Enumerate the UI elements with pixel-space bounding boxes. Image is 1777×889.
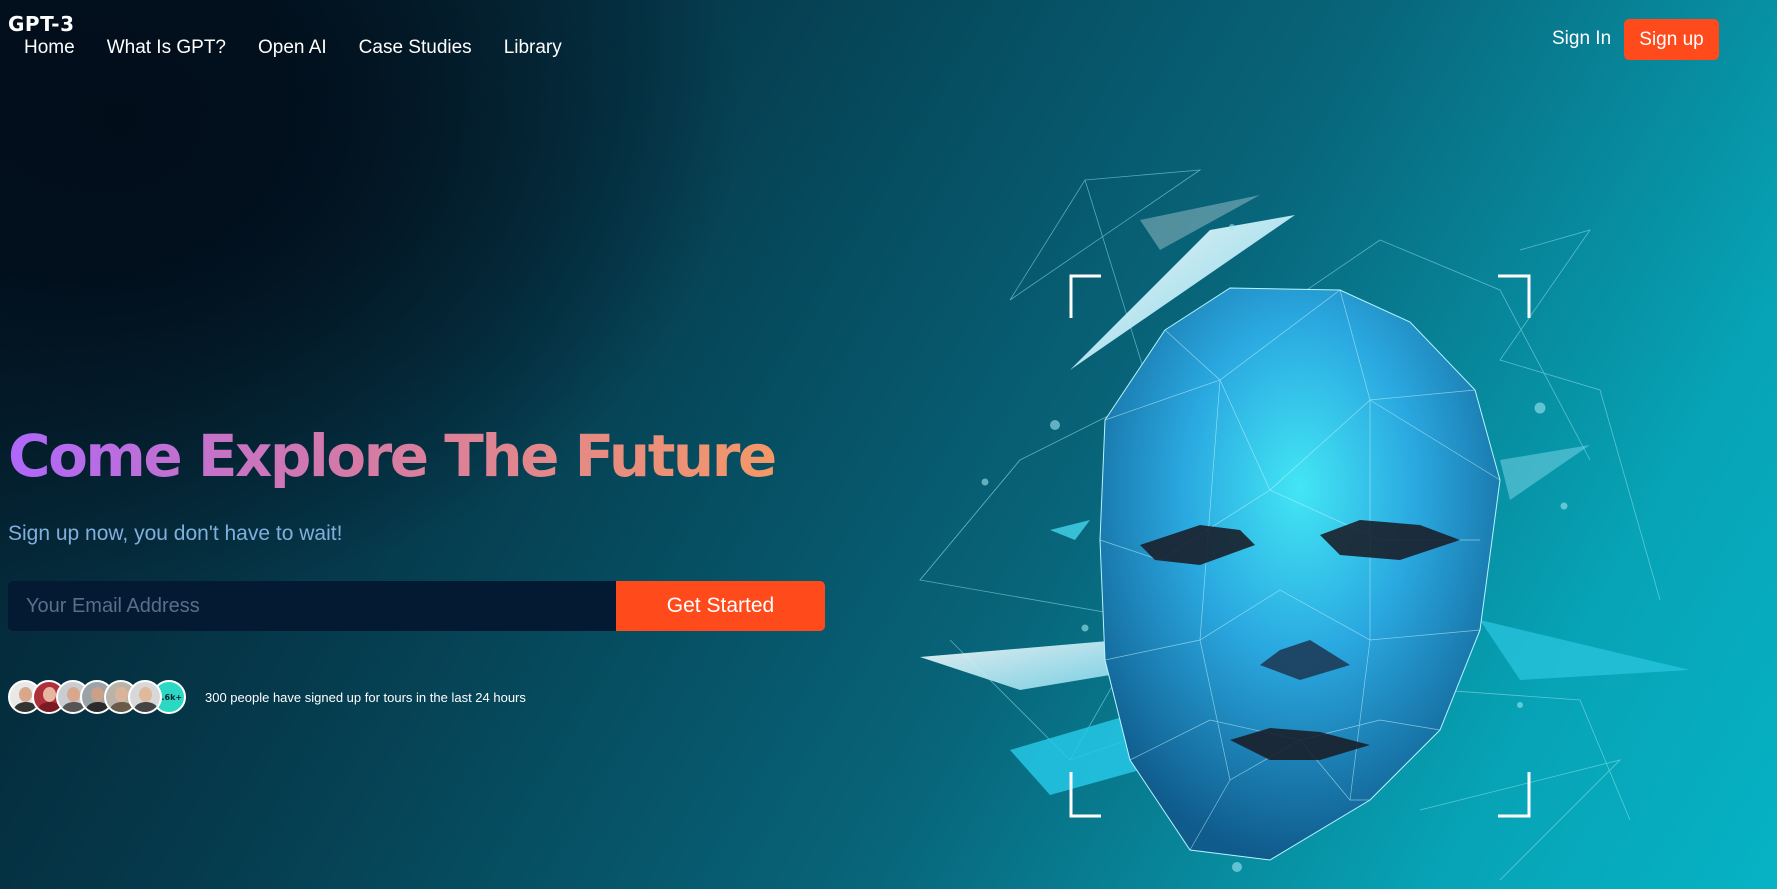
email-signup-form: Get Started bbox=[8, 581, 825, 631]
get-started-button[interactable]: Get Started bbox=[616, 581, 825, 631]
hero-subtitle: Sign up now, you don't have to wait! bbox=[8, 522, 343, 545]
avatar-group: 1.6k+ bbox=[8, 680, 186, 714]
sign-up-button[interactable]: Sign up bbox=[1624, 19, 1719, 60]
email-input[interactable] bbox=[8, 581, 616, 631]
polygon-face-illustration bbox=[919, 169, 1690, 881]
nav-library[interactable]: Library bbox=[504, 37, 562, 59]
sign-in-link[interactable]: Sign In bbox=[1552, 28, 1611, 50]
main-nav: Home What Is GPT? Open AI Case Studies L… bbox=[24, 37, 594, 59]
nav-home[interactable]: Home bbox=[24, 37, 75, 59]
avatar-icon bbox=[128, 680, 162, 714]
logo[interactable]: GPT-3 bbox=[8, 12, 75, 36]
nav-what-is-gpt[interactable]: What Is GPT? bbox=[107, 37, 226, 59]
signup-note: 300 people have signed up for tours in t… bbox=[205, 690, 526, 705]
nav-case-studies[interactable]: Case Studies bbox=[359, 37, 472, 59]
hero-headline: Come Explore The Future bbox=[8, 422, 777, 490]
nav-open-ai[interactable]: Open AI bbox=[258, 37, 327, 59]
